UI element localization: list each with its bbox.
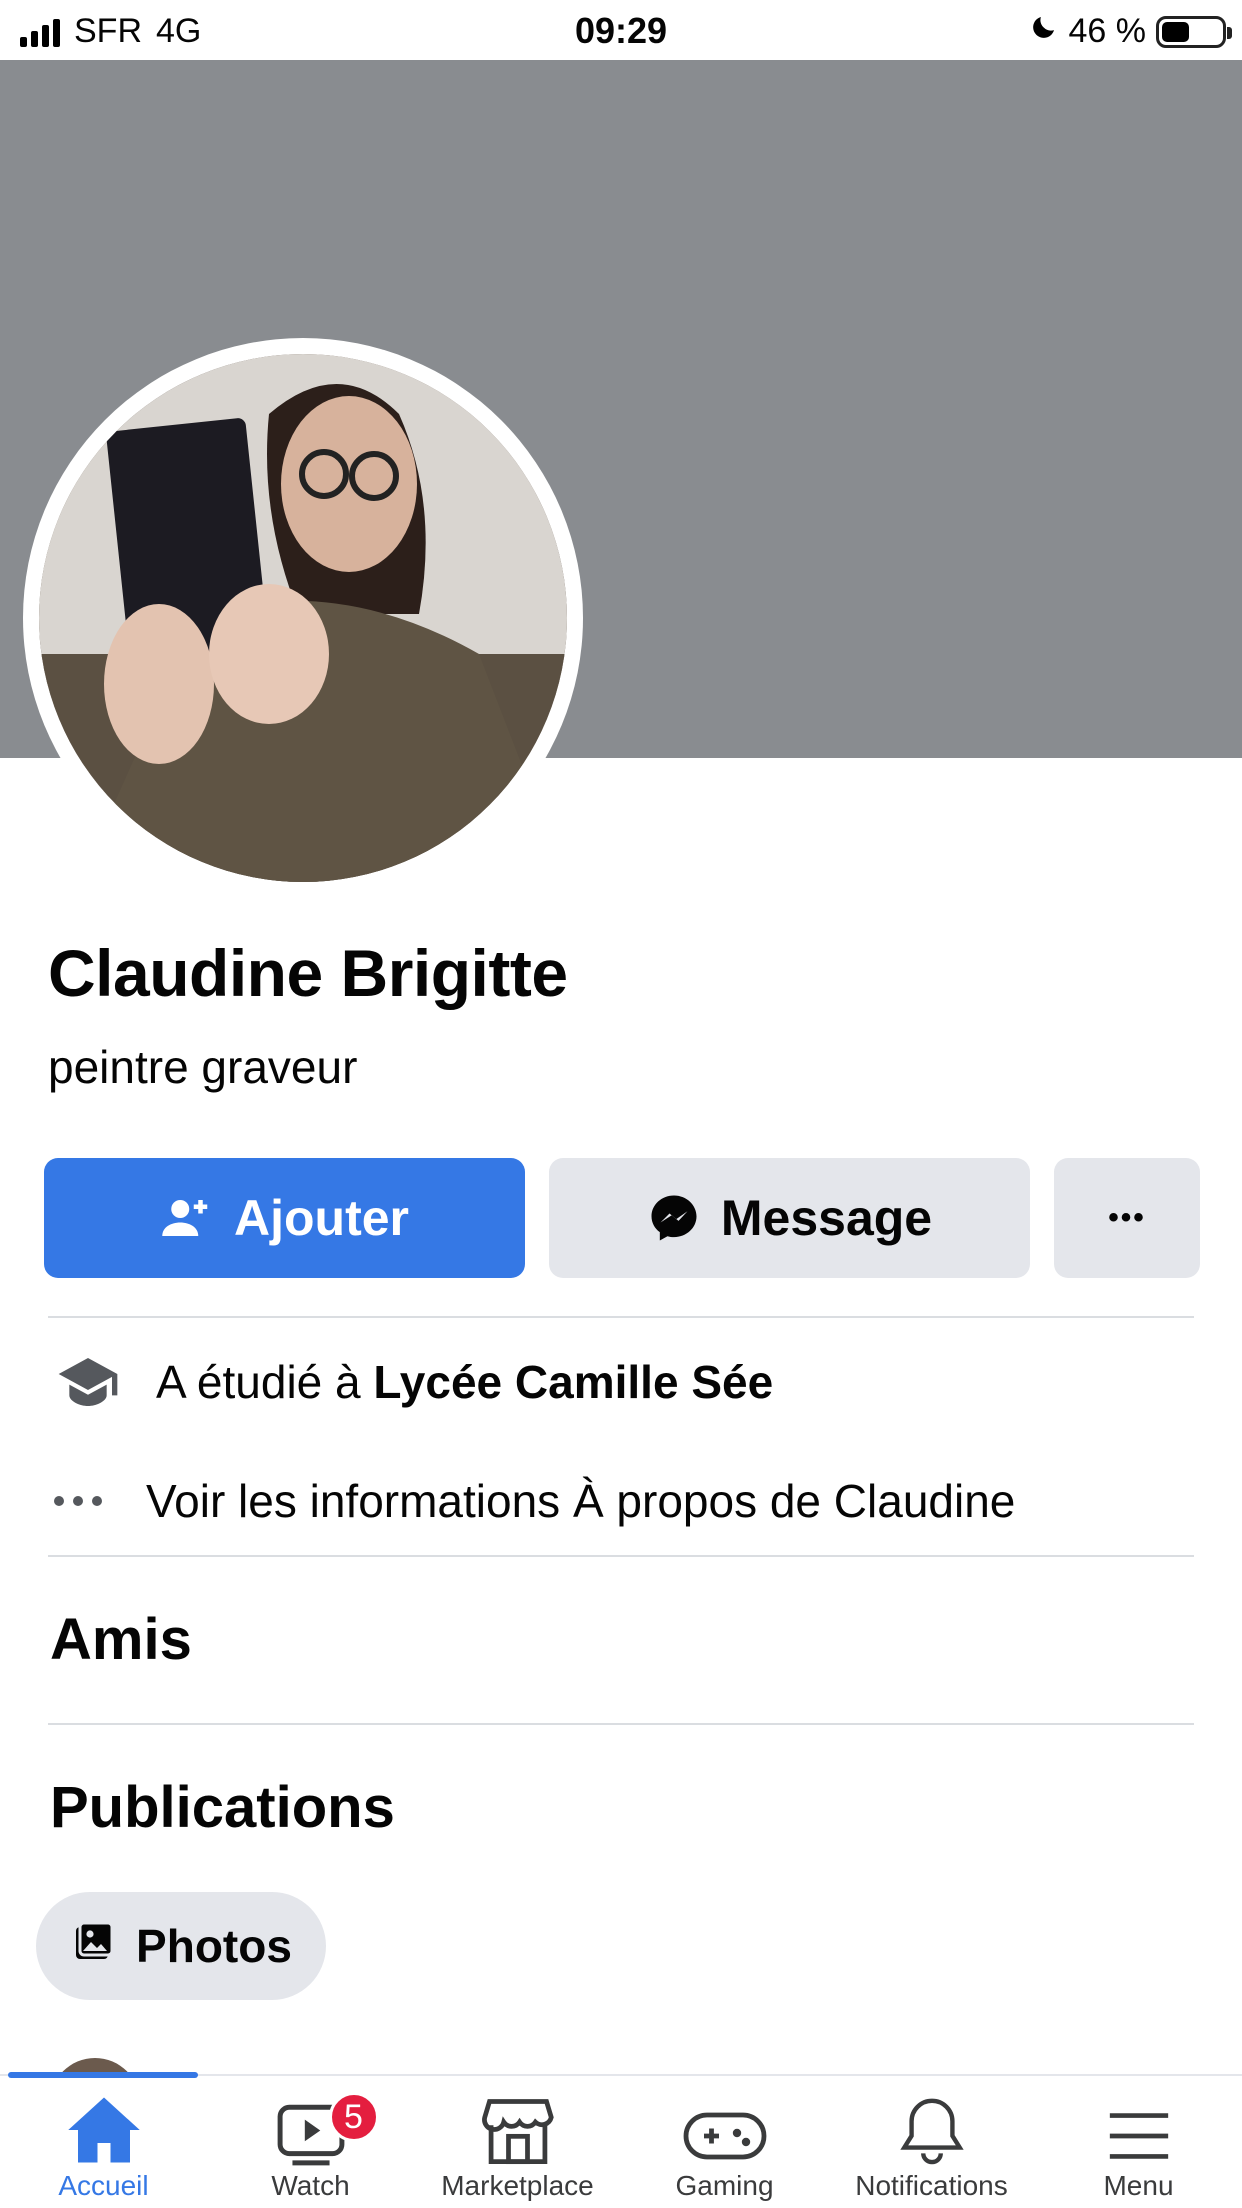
message-button[interactable]: Message — [549, 1158, 1030, 1278]
friends-section-title: Amis — [50, 1607, 192, 1672]
tab-watch[interactable]: 5 Watch — [207, 2076, 414, 2208]
watch-badge: 5 — [328, 2092, 379, 2142]
status-bar: SFR 4G 09:29 46 % — [0, 0, 1242, 60]
posts-section-title: Publications — [50, 1775, 395, 1840]
photos-icon — [70, 1917, 118, 1976]
marketplace-icon — [480, 2076, 556, 2166]
menu-icon — [1104, 2076, 1174, 2166]
add-friend-label: Ajouter — [234, 1190, 409, 1246]
more-options-button[interactable]: ••• — [1054, 1158, 1200, 1278]
gaming-icon — [683, 2076, 767, 2166]
tab-gaming-label: Gaming — [675, 2170, 774, 2201]
about-info-label: Voir les informations À propos de Claudi… — [146, 1475, 1016, 1527]
bottom-tab-bar: Accueil 5 Watch Marketplace Gaming Notif… — [0, 2072, 1242, 2208]
tab-notifications-label: Notifications — [855, 2170, 1008, 2201]
bell-icon — [897, 2076, 967, 2166]
photos-chip[interactable]: Photos — [36, 1892, 326, 2000]
education-row: A étudié à Lycée Camille Sée — [56, 1352, 773, 1412]
more-options-label: ••• — [1108, 1201, 1146, 1234]
avatar-illustration — [39, 354, 567, 882]
tab-marketplace-label: Marketplace — [441, 2170, 594, 2201]
profile-actions: Ajouter Message ••• — [44, 1158, 1200, 1278]
tab-menu[interactable]: Menu — [1035, 2076, 1242, 2208]
about-info-row[interactable]: Voir les informations À propos de Claudi… — [52, 1474, 1015, 1528]
tab-home-label: Accueil — [58, 2170, 149, 2201]
watch-icon: 5 — [273, 2076, 379, 2166]
home-icon — [65, 2076, 143, 2166]
profile-avatar[interactable] — [39, 354, 567, 882]
tab-notifications[interactable]: Notifications — [828, 2076, 1035, 2208]
tab-gaming[interactable]: Gaming — [621, 2076, 828, 2208]
moon-icon — [1029, 12, 1059, 51]
add-friend-button[interactable]: Ajouter — [44, 1158, 525, 1278]
messenger-icon — [647, 1191, 701, 1245]
education-school[interactable]: Lycée Camille Sée — [373, 1355, 773, 1409]
battery-level — [1162, 21, 1189, 42]
more-dots-icon — [52, 1494, 146, 1508]
battery-icon — [1156, 15, 1232, 48]
tab-marketplace[interactable]: Marketplace — [414, 2076, 621, 2208]
divider — [48, 1316, 1194, 1318]
status-right: 46 % — [1029, 12, 1232, 51]
message-label: Message — [720, 1190, 933, 1246]
education-prefix: A étudié à — [156, 1356, 374, 1408]
divider — [48, 1723, 1194, 1725]
battery-percent: 46 % — [1068, 12, 1147, 50]
tab-menu-label: Menu — [1103, 2170, 1174, 2201]
graduation-cap-icon — [56, 1352, 156, 1412]
tab-home[interactable]: Accueil — [0, 2076, 207, 2208]
profile-bio: peintre graveur — [48, 1041, 358, 1093]
add-friend-icon — [160, 1191, 214, 1245]
tab-watch-label: Watch — [271, 2170, 350, 2201]
photos-label: Photos — [136, 1920, 292, 1972]
profile-name: Claudine Brigitte — [48, 936, 568, 1010]
divider — [48, 1555, 1194, 1557]
